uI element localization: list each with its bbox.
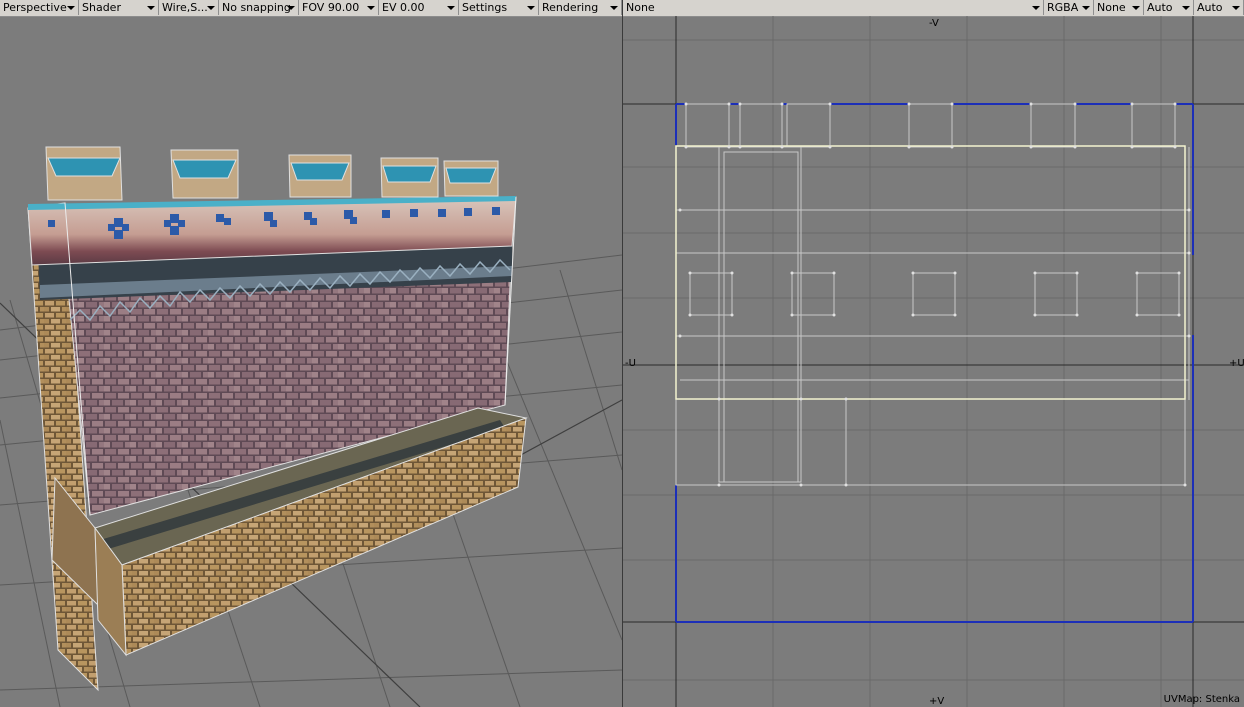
rendering-dropdown[interactable]: Rendering [539, 0, 622, 15]
chevron-down-icon [67, 6, 75, 10]
chevron-down-icon [447, 6, 455, 10]
channel-label: RGBA [1047, 1, 1079, 14]
chevron-down-icon [1232, 6, 1240, 10]
fov-label: FOV 90.00 [302, 1, 360, 14]
fov-dropdown[interactable]: FOV 90.00 [299, 0, 379, 15]
axis-neg-u-label: -U [625, 358, 636, 369]
axis-pos-u-label: +U [1229, 358, 1244, 369]
snapping-label: No snapping [222, 1, 291, 14]
chevron-down-icon [610, 6, 618, 10]
view-mode-dropdown[interactable]: Perspective [0, 0, 79, 15]
uv-source-dropdown[interactable]: None [623, 0, 1044, 15]
uv-source-label: None [626, 1, 655, 14]
settings-dropdown[interactable]: Settings [459, 0, 539, 15]
axis-neg-v-label: -V [929, 18, 939, 29]
shading-dropdown[interactable]: Shader [79, 0, 159, 15]
zoom-u-label: Auto [1147, 1, 1173, 14]
chevron-down-icon [1082, 6, 1090, 10]
uvmap-label: UVMap: Stenka [1163, 694, 1240, 705]
chevron-down-icon [367, 6, 375, 10]
channel-dropdown[interactable]: RGBA [1044, 0, 1094, 15]
zoom-v-dropdown[interactable]: Auto [1194, 0, 1244, 15]
chevron-down-icon [1182, 6, 1190, 10]
uv-canvas [623, 16, 1244, 707]
settings-label: Settings [462, 1, 508, 14]
snapping-dropdown[interactable]: No snapping [219, 0, 299, 15]
rendering-label: Rendering [542, 1, 599, 14]
chevron-down-icon [287, 6, 295, 10]
zoom-v-label: Auto [1197, 1, 1223, 14]
perspective-scene [0, 146, 622, 707]
zoom-u-dropdown[interactable]: Auto [1144, 0, 1194, 15]
perspective-viewport[interactable]: Perspective Shader Wire,S... No snapping… [0, 0, 622, 707]
view-mode-label: Perspective [3, 1, 67, 14]
uv-viewport[interactable]: None RGBA None Auto Auto -V +V -U +U UVM… [623, 0, 1244, 707]
chevron-down-icon [207, 6, 215, 10]
background-label: None [1097, 1, 1126, 14]
chevron-down-icon [1132, 6, 1140, 10]
background-dropdown[interactable]: None [1094, 0, 1144, 15]
ev-dropdown[interactable]: EV 0.00 [379, 0, 459, 15]
chevron-down-icon [147, 6, 155, 10]
shading-label: Shader [82, 1, 121, 14]
chevron-down-icon [527, 6, 535, 10]
axis-pos-v-label: +V [929, 696, 945, 707]
uv-toolbar: None RGBA None Auto Auto [623, 0, 1244, 17]
perspective-toolbar: Perspective Shader Wire,S... No snapping… [0, 0, 622, 17]
chevron-down-icon [1032, 6, 1040, 10]
display-label: Wire,S... [162, 1, 208, 14]
ev-label: EV 0.00 [382, 1, 425, 14]
display-dropdown[interactable]: Wire,S... [159, 0, 219, 15]
